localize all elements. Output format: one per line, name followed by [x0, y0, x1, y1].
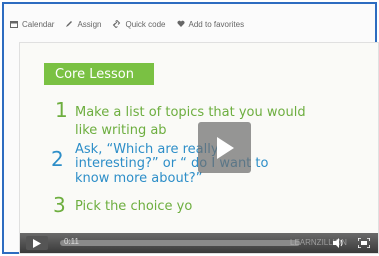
quick-code-label: Quick code [125, 19, 166, 29]
step-number-2: 2 [51, 147, 64, 171]
pencil-icon [66, 21, 73, 27]
progress-bar[interactable] [60, 240, 300, 246]
play-control-button[interactable] [26, 236, 48, 250]
assign-action[interactable]: Assign [65, 20, 101, 29]
calendar-action[interactable]: Calendar [10, 20, 54, 29]
play-icon [216, 136, 234, 159]
play-small-icon [33, 238, 41, 248]
add-favorites-action[interactable]: Add to favorites [177, 19, 245, 29]
step-1-line-1: Make a list of topics that you would [75, 105, 306, 120]
player-controls: 0:11 LEARNZILLION [20, 233, 378, 253]
favorites-label: Add to favorites [188, 19, 245, 29]
lesson-toolbar: Calendar Assign Quick code Add to favori… [10, 16, 255, 32]
step-number-3: 3 [53, 193, 66, 217]
video-player[interactable]: Core Lesson 1 Make a list of topics that… [19, 42, 379, 254]
step-1-line-2: like writing ab [75, 123, 167, 138]
core-lesson-tag: Core Lesson [44, 63, 154, 85]
step-3-line-1: Pick the choice yo [75, 199, 193, 214]
step-number-1: 1 [55, 98, 68, 122]
link-icon [113, 20, 121, 28]
calendar-label: Calendar [22, 19, 55, 29]
assign-label: Assign [77, 19, 102, 29]
speaker-icon [333, 238, 343, 248]
quick-code-action[interactable]: Quick code [112, 19, 166, 29]
heart-icon [177, 20, 185, 27]
step-2-line-1: Ask, “Which are really [75, 142, 219, 157]
volume-button[interactable] [330, 236, 348, 250]
fullscreen-button[interactable] [354, 236, 374, 250]
lesson-card: Calendar Assign Quick code Add to favori… [2, 2, 379, 254]
time-display: 0:11 [64, 237, 79, 246]
fullscreen-icon [358, 238, 370, 248]
calendar-icon [10, 21, 18, 28]
step-2-line-3: know more about?” [75, 171, 203, 186]
play-overlay-button[interactable] [198, 122, 251, 173]
